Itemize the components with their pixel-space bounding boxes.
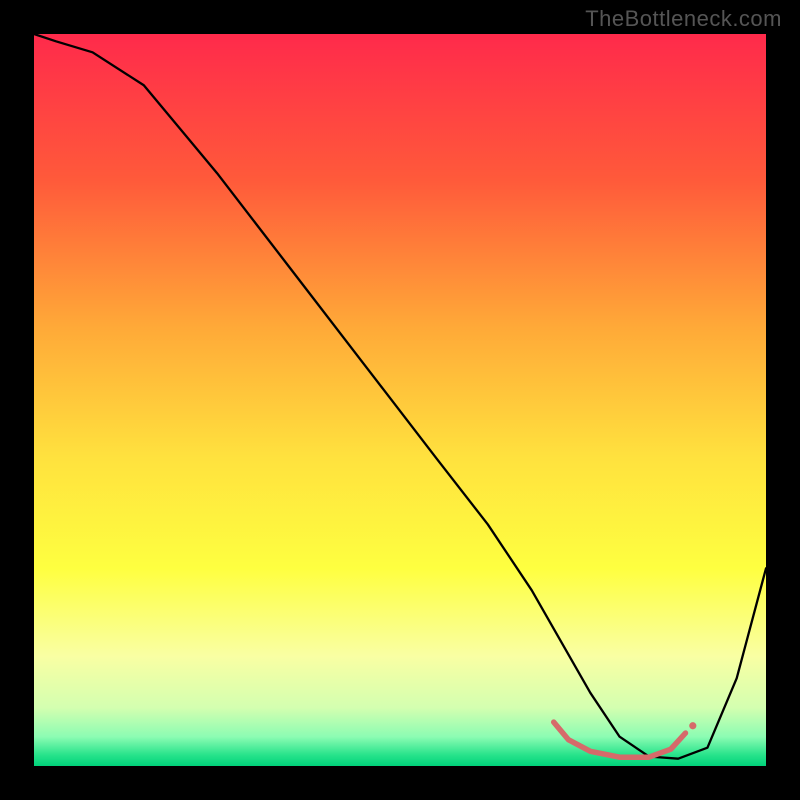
highlight-dot (689, 722, 696, 729)
gradient-background (34, 34, 766, 766)
watermark-text: TheBottleneck.com (585, 6, 782, 32)
chart-canvas (34, 34, 766, 766)
marker-layer (689, 722, 696, 729)
plot-area (34, 34, 766, 766)
